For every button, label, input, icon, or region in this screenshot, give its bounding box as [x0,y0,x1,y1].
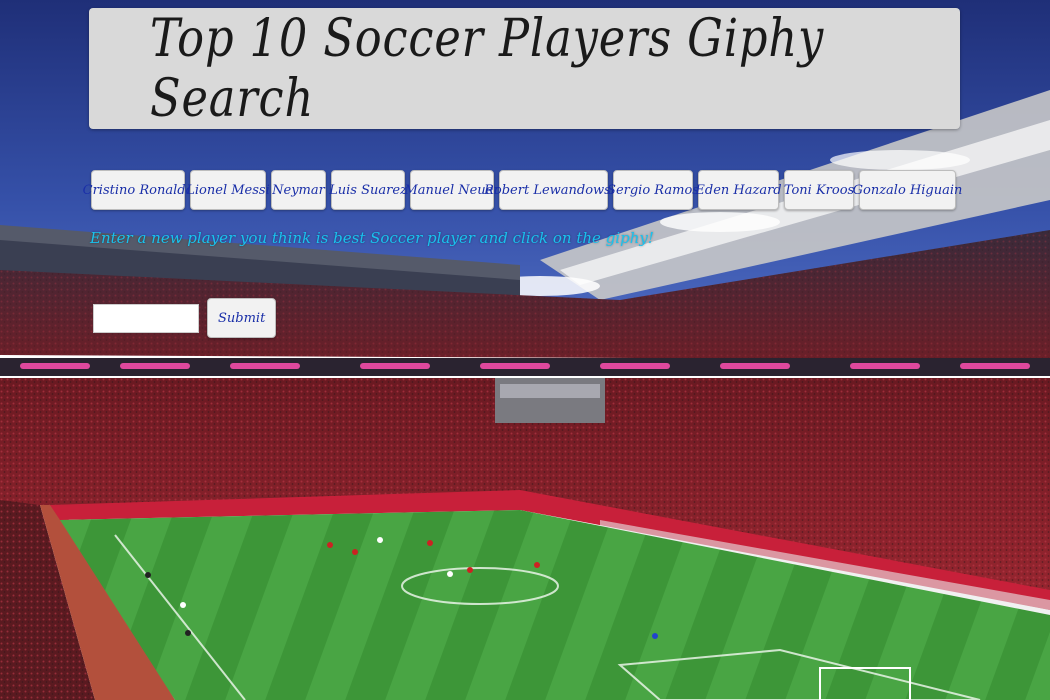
player-button-gonzalo-higuain[interactable]: Gonzalo Higuain [853,170,962,210]
player-button-cristino-ronaldo[interactable]: Cristino Ronaldo [83,170,193,210]
player-button-robert-lewandowski[interactable]: Robert Lewandowski [484,170,623,210]
player-button-manuel-neuer[interactable]: Manuel Neuer [404,170,500,210]
player-button-neymar[interactable]: Neymar [271,170,326,210]
player-button-sergio-ramos[interactable]: Sergio Ramos [607,170,699,210]
player-button-eden-hazard[interactable]: Eden Hazard [695,170,782,210]
submit-button[interactable]: Submit [207,298,277,338]
player-button-toni-kroos[interactable]: Toni Kroos [784,170,854,210]
player-name-input[interactable] [93,303,199,333]
add-player-form: Submit [93,298,277,338]
player-button-bar: Cristino Ronaldo Lionel Messi Neymar Lui… [83,170,962,211]
player-button-lionel-messi[interactable]: Lionel Messi [186,170,270,210]
page-title: Top 10 Soccer Players Giphy Search [149,8,825,129]
page-header: Top 10 Soccer Players Giphy Search [89,8,960,129]
instruction-text: Enter a new player you think is best Soc… [90,229,654,247]
player-button-luis-suarez[interactable]: Luis Suarez [329,170,407,210]
